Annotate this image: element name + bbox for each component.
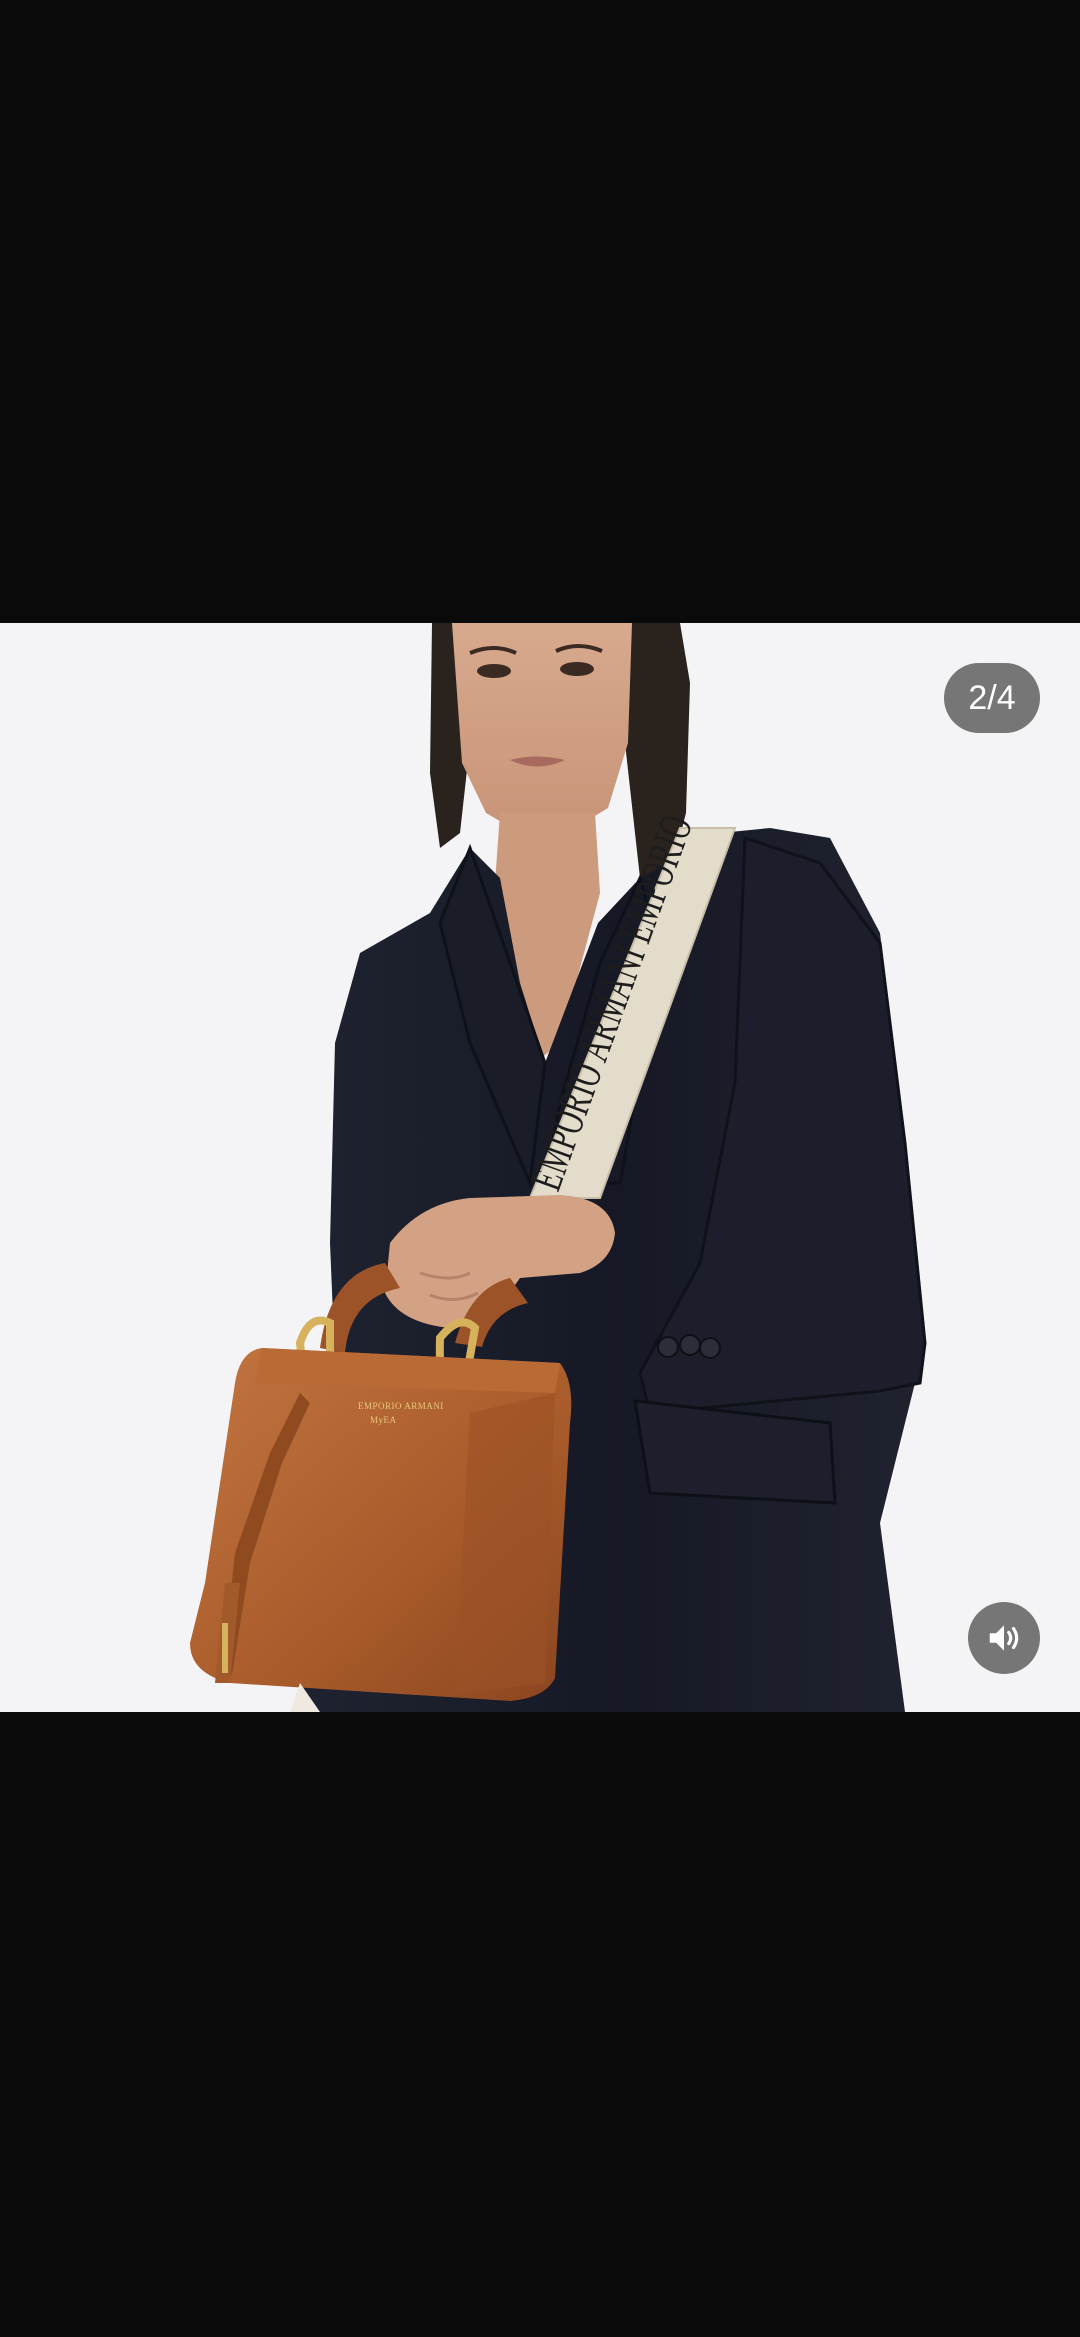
bag-logo: EMPORIO ARMANI	[358, 1401, 444, 1411]
image-counter-badge: 2/4	[944, 663, 1040, 733]
face	[452, 623, 632, 833]
bag-logo-sub: MyEA	[370, 1415, 397, 1425]
speaker-volume-icon	[989, 1625, 1019, 1651]
media-viewer: EMPORIO ARMANI EMPORIO EMPORIO ARMANI My…	[0, 0, 1080, 2337]
product-photo-illustration: EMPORIO ARMANI EMPORIO EMPORIO ARMANI My…	[190, 623, 927, 1712]
product-photo[interactable]: EMPORIO ARMANI EMPORIO EMPORIO ARMANI My…	[0, 623, 1080, 1712]
sound-toggle-button[interactable]	[968, 1602, 1040, 1674]
